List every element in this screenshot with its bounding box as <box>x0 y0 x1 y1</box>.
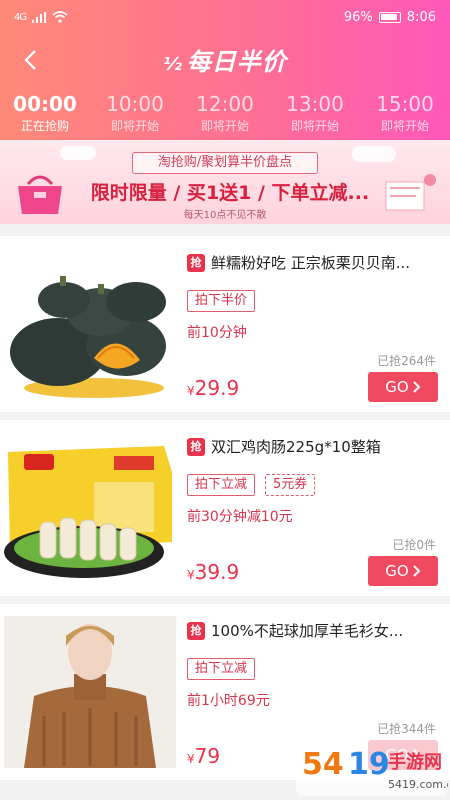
price: ¥29.9 <box>187 376 240 400</box>
promo-tag: 拍下立减 <box>187 658 256 680</box>
sold-count: 已抢344件 <box>377 722 436 736</box>
sweater-model-image <box>4 616 176 768</box>
header: 4G 96% 8:06 ½ 每日半价 00:00 正在抢购 10:00 即将开始… <box>0 0 450 140</box>
chevron-right-icon <box>413 565 421 577</box>
time-tab-0000[interactable]: 00:00 正在抢购 <box>0 92 90 138</box>
time-tab-1300[interactable]: 13:00 即将开始 <box>270 92 360 138</box>
handbag-icon <box>18 175 62 214</box>
qiang-badge-icon: 抢 <box>187 437 205 456</box>
qiang-badge-icon: 抢 <box>187 253 205 272</box>
svg-text:手游网: 手游网 <box>388 751 442 773</box>
product-tags: 拍下半价 <box>187 290 256 312</box>
pumpkin-image <box>4 248 176 400</box>
svg-text:19: 19 <box>348 747 390 782</box>
promo-description: 前10分钟 <box>187 325 247 341</box>
time-tab-1500[interactable]: 15:00 即将开始 <box>360 92 450 138</box>
wifi-icon <box>52 11 68 23</box>
time-tab-1000[interactable]: 10:00 即将开始 <box>90 92 180 138</box>
sold-count: 已抢0件 <box>392 538 436 552</box>
promo-description: 前1小时69元 <box>187 693 270 709</box>
product-title[interactable]: 抢 双汇鸡肉肠225g*10整箱 <box>187 436 439 457</box>
go-button[interactable]: GO <box>368 372 438 402</box>
cloud-decoration <box>352 146 396 162</box>
promo-description: 前30分钟减10元 <box>187 509 293 525</box>
promo-banner[interactable]: 淘抢购/聚划算半价盘点 限时限量 / 买1送1 / 下单立减... 每天10点不… <box>0 140 450 224</box>
banner-subtitle: 每天10点不见不散 <box>183 210 267 221</box>
signal-icon <box>32 11 47 23</box>
sold-count: 已抢264件 <box>377 354 436 368</box>
battery-icon <box>378 11 401 23</box>
product-title[interactable]: 抢 100%不起球加厚羊毛衫女... <box>187 620 439 641</box>
title-bar: ½ 每日半价 <box>0 34 450 86</box>
status-bar: 4G 96% 8:06 <box>0 0 450 34</box>
svg-text:54: 54 <box>302 747 344 782</box>
time-tabs: 00:00 正在抢购 10:00 即将开始 12:00 即将开始 13:00 即… <box>0 92 450 138</box>
product-tags: 拍下立减 <box>187 658 256 680</box>
go-button[interactable]: GO <box>368 556 438 586</box>
promo-tag: 拍下立减 <box>187 474 256 496</box>
time-tab-1200[interactable]: 12:00 即将开始 <box>180 92 270 138</box>
chevron-right-icon <box>413 381 421 393</box>
banner-top-label: 淘抢购/聚划算半价盘点 <box>132 152 318 174</box>
banner-headline: 限时限量 / 买1送1 / 下单立减... <box>90 182 370 204</box>
svg-text:5419.com.cn: 5419.com.cn <box>388 778 448 791</box>
clock: 8:06 <box>406 9 436 25</box>
product-tags: 拍下立减 5元券 <box>187 474 316 496</box>
promo-tag: 拍下半价 <box>187 290 256 312</box>
half-price-logo-icon: ½ <box>163 54 183 75</box>
gift-decoration-icon <box>385 174 436 211</box>
page-title: ½ 每日半价 <box>163 48 287 76</box>
product-title[interactable]: 抢 鲜糯粉好吃 正宗板栗贝贝南... <box>187 252 439 273</box>
product-card[interactable]: 抢 鲜糯粉好吃 正宗板栗贝贝南... 拍下半价 前10分钟 已抢264件 ¥29… <box>0 236 450 412</box>
cloud-decoration <box>60 146 96 160</box>
price: ¥79 <box>187 744 221 768</box>
coupon-tag: 5元券 <box>265 474 316 496</box>
product-card[interactable]: 抢 双汇鸡肉肠225g*10整箱 拍下立减 5元券 前30分钟减10元 已抢0件… <box>0 420 450 596</box>
qiang-badge-icon: 抢 <box>187 621 205 640</box>
price: ¥39.9 <box>187 560 240 584</box>
battery-percent: 96% <box>343 9 373 25</box>
site-watermark-logo: 54 19 手游网 5419.com.cn <box>296 738 448 796</box>
sausage-box-image <box>4 432 176 584</box>
network-label: 4G <box>14 11 27 23</box>
